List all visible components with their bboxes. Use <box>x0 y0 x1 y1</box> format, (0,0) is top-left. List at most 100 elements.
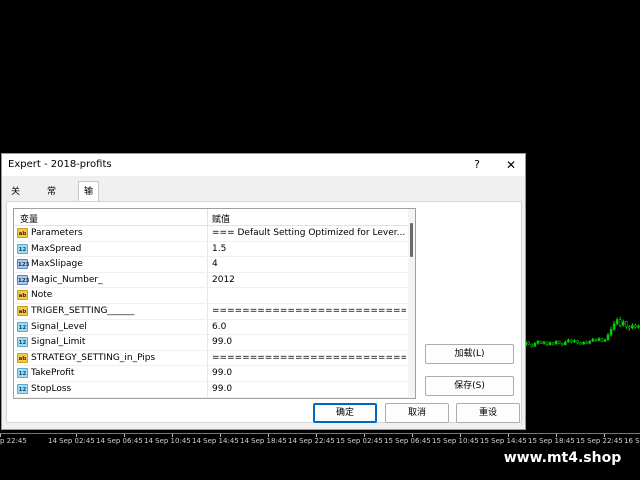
candle-body <box>625 321 628 327</box>
string-type-icon: ab <box>17 290 28 301</box>
parameter-row[interactable]: ab TRIGER_SETTING______ ==================… <box>14 303 408 320</box>
candle-body <box>576 340 579 343</box>
help-button[interactable]: ? <box>465 154 489 176</box>
parameters-grid: 变量 赋值 ab Parameters === Default Setting Op… <box>13 208 416 399</box>
candle-body <box>612 323 616 330</box>
string-type-icon: ab <box>17 305 28 316</box>
parameter-row[interactable]: 12 Signal_Limit 99.0 <box>14 335 408 351</box>
load-button[interactable]: 加载(L) <box>425 344 514 364</box>
candle-body <box>582 341 585 345</box>
parameter-name: TakeProfit <box>31 368 75 379</box>
dialog-title: Expert - 2018-profits <box>8 159 112 170</box>
candle-body <box>631 324 634 329</box>
candle-body <box>603 339 607 342</box>
candle-body <box>527 341 531 345</box>
candle-body <box>588 341 591 344</box>
parameter-name: StopLoss <box>31 383 72 394</box>
candle-body <box>564 341 567 346</box>
time-label: 15 Sep 14:45 <box>480 437 527 445</box>
double-type-icon: 12 <box>17 321 28 332</box>
time-label: 14 Sep 10:45 <box>144 437 191 445</box>
candle-body <box>637 325 640 328</box>
tab-about[interactable]: 关于 <box>6 184 25 213</box>
watermark: www.mt4.shop <box>497 446 628 470</box>
parameter-name: TRIGER_SETTING______ <box>31 305 135 316</box>
dialog-titlebar[interactable]: Expert - 2018-profits ? ✕ <box>2 154 525 176</box>
candle-body <box>585 341 588 344</box>
parameter-row[interactable]: 12 TakeProfit 99.0 <box>14 366 408 382</box>
candle-body <box>570 339 573 343</box>
candle-body <box>634 324 637 328</box>
parameter-row[interactable]: 123 MaxSlipage 4 <box>14 257 408 273</box>
time-label: 14 Sep 14:45 <box>192 437 239 445</box>
parameter-value[interactable]: ====================================== <box>212 353 406 363</box>
tab-common[interactable]: 常用 <box>42 184 61 213</box>
price-candles <box>512 316 640 352</box>
parameter-value[interactable]: ====================================== <box>212 306 406 316</box>
save-button[interactable]: 保存(S) <box>425 376 514 396</box>
time-label: 15 Sep 02:45 <box>336 437 383 445</box>
integer-type-icon: 123 <box>17 259 29 270</box>
time-label: 14 Sep 06:45 <box>96 437 143 445</box>
parameter-name: Signal_Limit <box>31 337 86 348</box>
parameter-value[interactable]: 2012 <box>212 275 406 285</box>
parameter-value[interactable]: 99.0 <box>212 337 406 347</box>
cancel-button[interactable]: 取消 <box>385 403 449 423</box>
close-button[interactable]: ✕ <box>499 154 523 176</box>
parameter-name: Note <box>31 290 53 301</box>
parameter-row[interactable]: 12 MaxSpread 1.5 <box>14 241 408 258</box>
candle-body <box>533 343 537 347</box>
candle-body <box>557 341 561 344</box>
candle-body <box>542 341 546 344</box>
time-label: p 22:45 <box>0 437 27 445</box>
candle-body <box>597 338 601 341</box>
candle-body <box>551 342 555 345</box>
parameter-row[interactable]: 123 Magic_Number_ 2012 <box>14 272 408 289</box>
double-type-icon: 12 <box>17 337 28 348</box>
parameter-value[interactable]: 1.5 <box>212 244 406 254</box>
scrollbar-thumb[interactable] <box>410 223 413 257</box>
grid-scrollbar[interactable] <box>408 209 415 398</box>
double-type-icon: 12 <box>17 243 28 254</box>
candle-body <box>615 319 619 325</box>
ok-button[interactable]: 确定 <box>313 403 377 423</box>
candle-body <box>579 342 582 345</box>
candle-body <box>554 341 558 345</box>
parameter-value[interactable]: 4 <box>212 259 406 269</box>
double-type-icon: 12 <box>17 368 28 379</box>
parameter-row[interactable]: 12 StopLoss 99.0 <box>14 381 408 398</box>
double-type-icon: 12 <box>17 383 28 394</box>
candle-body <box>591 338 595 342</box>
parameter-name: STRATEGY_SETTING_in_Pips <box>31 352 156 363</box>
time-label: 14 Sep 18:45 <box>240 437 287 445</box>
column-header-variable[interactable]: 变量 <box>20 212 38 225</box>
parameter-name: Magic_Number_ <box>31 274 103 285</box>
candle-body <box>621 321 625 326</box>
parameter-row[interactable]: ab Note <box>14 288 408 304</box>
parameter-value[interactable]: === Default Setting Optimized for Lever.… <box>212 228 406 238</box>
tab-inputs[interactable]: 输入参数 <box>78 181 100 257</box>
candle-body <box>606 334 610 341</box>
candle-body <box>536 341 540 344</box>
parameter-value[interactable]: 6.0 <box>212 322 406 332</box>
grid-header: 变量 赋值 <box>14 209 408 226</box>
parameter-value[interactable]: 99.0 <box>212 384 406 394</box>
parameter-name: MaxSlipage <box>31 259 83 270</box>
integer-type-icon: 123 <box>17 274 29 285</box>
parameter-value[interactable]: 99.0 <box>212 368 406 378</box>
candle-body <box>561 343 564 346</box>
parameter-name: Parameters <box>31 228 83 238</box>
candle-body <box>594 338 598 341</box>
candle-body <box>567 339 570 343</box>
parameter-row[interactable]: 12 Signal_Level 6.0 <box>14 319 408 336</box>
parameter-row[interactable]: ab Parameters === Default Setting Optimize… <box>14 226 408 242</box>
parameter-row[interactable]: ab STRATEGY_SETTING_in_Pips ==============… <box>14 350 408 367</box>
time-label: 15 Sep 18:45 <box>528 437 575 445</box>
time-label: 15 Sep 06:45 <box>384 437 431 445</box>
column-header-value[interactable]: 赋值 <box>212 212 230 225</box>
string-type-icon: ab <box>17 228 28 238</box>
candle-body <box>600 338 604 342</box>
candle-body <box>545 341 549 346</box>
time-label: 15 Sep 10:45 <box>432 437 479 445</box>
reset-button[interactable]: 重设 <box>456 403 520 423</box>
